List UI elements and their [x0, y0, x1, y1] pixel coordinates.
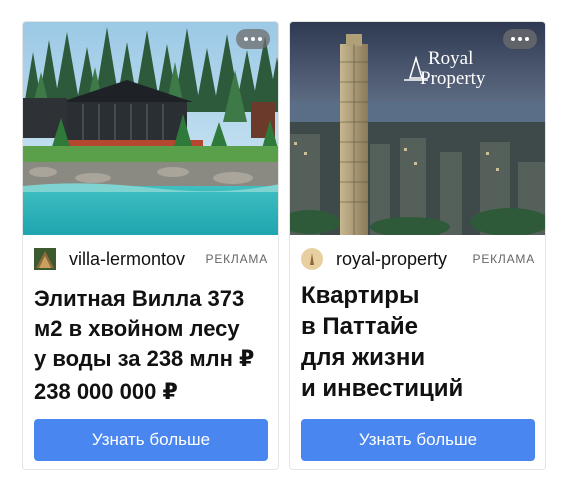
title-line: Элитная Вилла 373	[34, 286, 245, 311]
dot-icon	[511, 37, 515, 41]
ad-image-villa[interactable]	[23, 22, 278, 235]
royal-property-favicon-icon	[301, 248, 323, 270]
title-line: у воды за 238 млн ₽	[34, 346, 255, 371]
ad-price: 238 000 000 ₽	[34, 379, 178, 404]
learn-more-button[interactable]: Узнать больше	[301, 419, 535, 461]
title-line: для жизни	[301, 344, 426, 371]
ad-card-villa[interactable]: villa-lermontov РЕКЛАМА Элитная Вилла 37…	[22, 21, 279, 470]
title-line: Квартиры	[301, 282, 420, 309]
dot-icon	[258, 37, 262, 41]
ad-label: РЕКЛАМА	[205, 252, 268, 266]
villa-favicon-icon	[34, 248, 56, 270]
ad-label: РЕКЛАМА	[472, 252, 535, 266]
title-line: в Паттайе	[301, 313, 418, 340]
ad-image-royal-property[interactable]: Royal Property	[290, 22, 545, 235]
dot-icon	[244, 37, 248, 41]
ad-meta: royal-property РЕКЛАМА	[301, 248, 535, 270]
ad-meta: villa-lermontov РЕКЛАМА	[34, 248, 268, 270]
more-options-button[interactable]	[236, 29, 270, 49]
dot-icon	[525, 37, 529, 41]
title-line: м2 в хвойном лесу	[34, 316, 240, 341]
more-options-button[interactable]	[503, 29, 537, 49]
advertiser-domain[interactable]: royal-property	[336, 249, 467, 270]
title-line: и инвестиций	[301, 375, 464, 402]
advertiser-domain[interactable]: villa-lermontov	[69, 249, 200, 270]
learn-more-button[interactable]: Узнать больше	[34, 419, 268, 461]
dot-icon	[518, 37, 522, 41]
logo-text-royal: Royal	[428, 48, 473, 69]
dot-icon	[251, 37, 255, 41]
ad-title[interactable]: Элитная Вилла 373 м2 в хвойном лесу у во…	[34, 284, 268, 374]
logo-text-property: Property	[420, 68, 486, 89]
ad-card-royal-property[interactable]: Royal Property royal-property РЕКЛАМА Кв…	[289, 21, 546, 470]
ad-title[interactable]: Квартиры в Паттайе для жизни и инвестици…	[301, 280, 535, 404]
